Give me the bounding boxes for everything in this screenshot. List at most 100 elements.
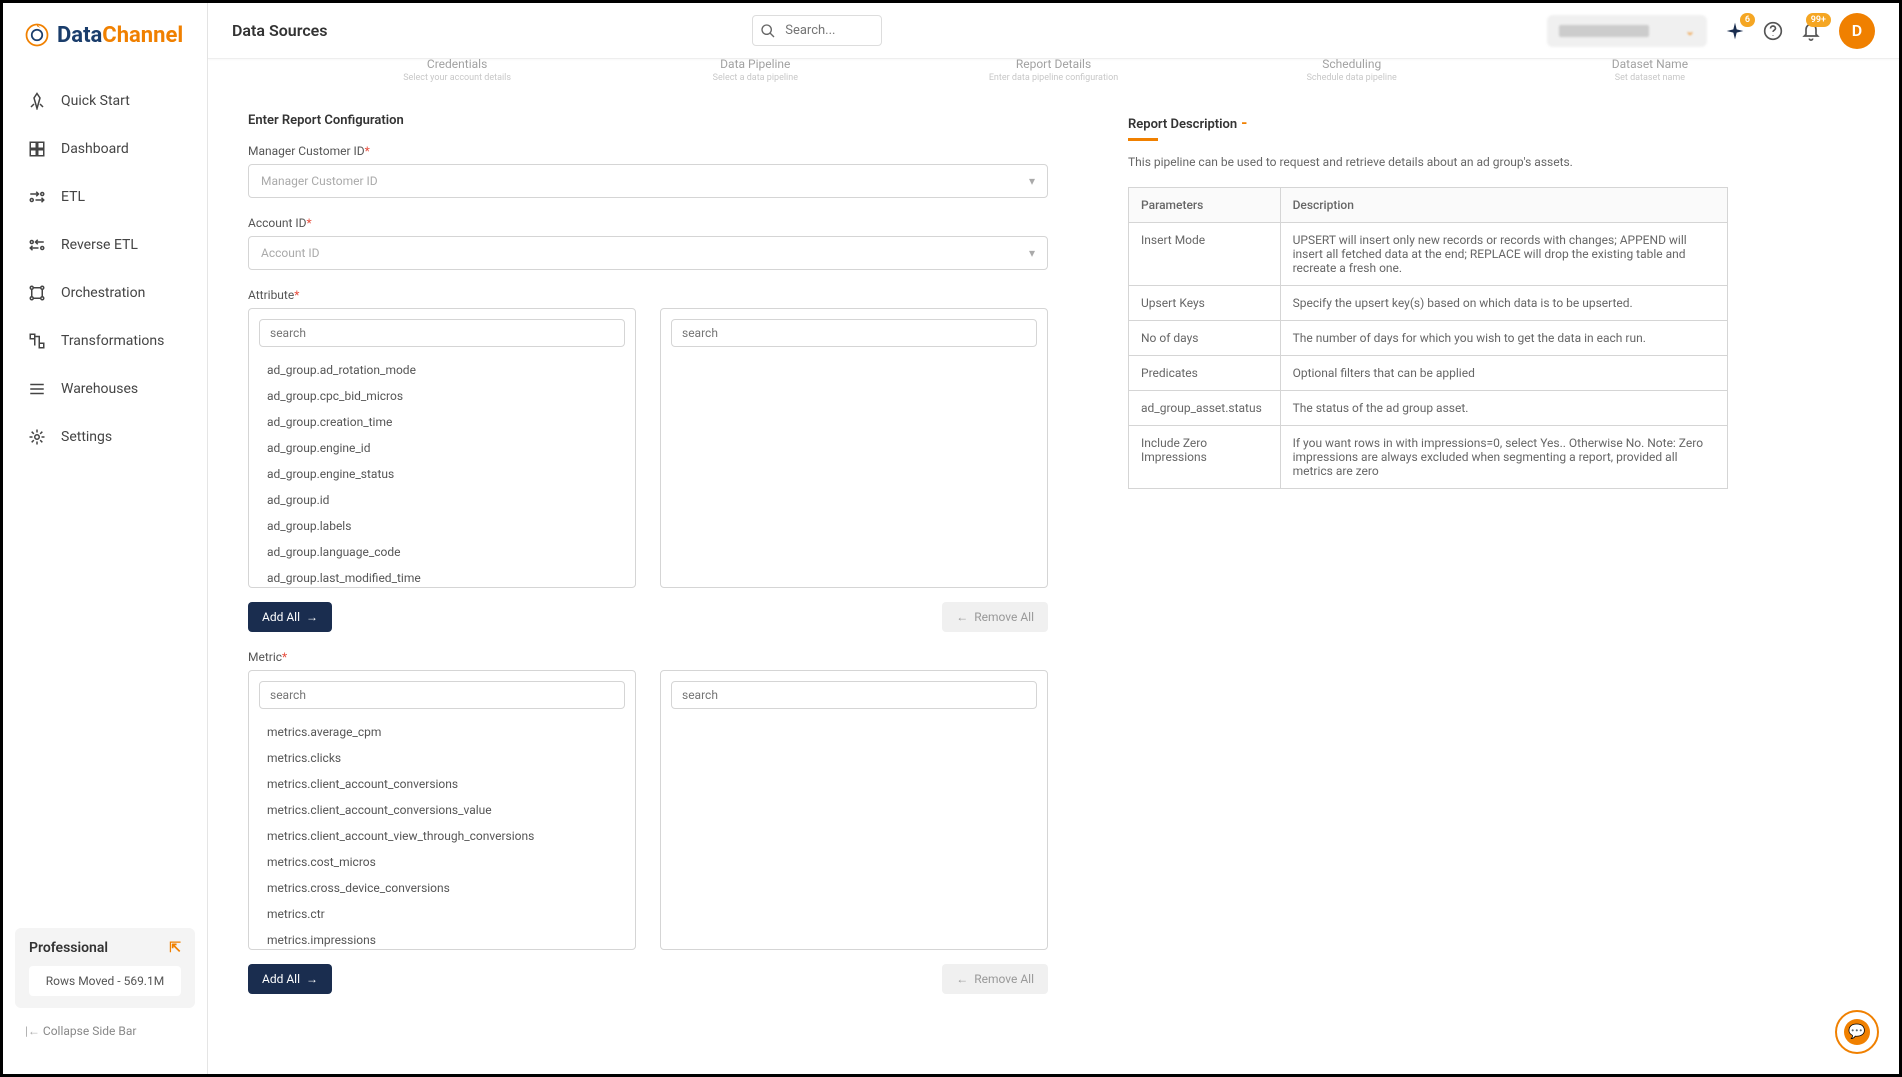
sidebar-footer: Professional⇱ Rows Moved - 569.1M Collap… (3, 916, 207, 1056)
gear-icon (27, 427, 47, 447)
metric-available-list: metrics.average_cpmmetrics.clicksmetrics… (248, 670, 636, 950)
list-item[interactable]: ad_group.ad_rotation_mode (257, 357, 627, 383)
topbar: Data Sources ⌄ 6 99+ (208, 3, 1899, 59)
wizard-step[interactable]: CredentialsSelect your account details (308, 59, 606, 83)
description-title: Report Description (1128, 117, 1237, 132)
description-underline (1128, 138, 1158, 141)
nav-label: Dashboard (61, 141, 129, 157)
avatar[interactable]: D (1839, 13, 1875, 49)
form-column: Enter Report Configuration Manager Custo… (248, 113, 1048, 1012)
nav-reverse-etl[interactable]: Reverse ETL (17, 221, 193, 269)
sparkle-button[interactable]: 6 (1725, 21, 1745, 41)
chat-button[interactable]: 💬 (1835, 1010, 1879, 1054)
list-item[interactable]: metrics.cost_micros (257, 849, 627, 875)
list-item[interactable]: metrics.impressions (257, 927, 627, 949)
help-button[interactable] (1763, 21, 1783, 41)
list-item[interactable]: ad_group.engine_id (257, 435, 627, 461)
list-item[interactable]: metrics.client_account_conversions (257, 771, 627, 797)
collapse-sidebar[interactable]: Collapse Side Bar (15, 1018, 195, 1044)
list-item[interactable]: ad_group.id (257, 487, 627, 513)
list-item[interactable]: ad_group.last_modified_time (257, 565, 627, 587)
metric-items[interactable]: metrics.average_cpmmetrics.clicksmetrics… (249, 719, 635, 949)
nav-transformations[interactable]: Transformations (17, 317, 193, 365)
brand-logo[interactable]: DataChannel (3, 21, 207, 77)
wizard-step[interactable]: Data PipelineSelect a data pipeline (606, 59, 904, 83)
search-box (752, 15, 882, 46)
chat-icon: 💬 (1844, 1019, 1870, 1045)
nav-label: Quick Start (61, 93, 130, 109)
account-id-label: Account ID* (248, 216, 1048, 230)
rocket-icon (27, 91, 47, 111)
nav-label: Settings (61, 429, 112, 445)
nav-label: ETL (61, 189, 85, 205)
parameters-table: ParametersDescription Insert ModeUPSERT … (1128, 187, 1728, 489)
chevron-down-icon: ▾ (1029, 246, 1035, 260)
wizard-step[interactable]: SchedulingSchedule data pipeline (1203, 59, 1501, 83)
page-title: Data Sources (232, 21, 328, 40)
workspace-selector[interactable]: ⌄ (1547, 15, 1707, 47)
plan-name: Professional (29, 940, 108, 956)
list-item[interactable]: ad_group.labels (257, 513, 627, 539)
nav-warehouses[interactable]: Warehouses (17, 365, 193, 413)
list-item[interactable]: metrics.clicks (257, 745, 627, 771)
table-row: ad_group_asset.statusThe status of the a… (1129, 391, 1728, 426)
etl-icon (27, 187, 47, 207)
nav-etl[interactable]: ETL (17, 173, 193, 221)
attribute-remove-all-button[interactable]: ←Remove All (942, 602, 1048, 632)
table-row: Insert ModeUPSERT will insert only new r… (1129, 223, 1728, 286)
metric-search-left[interactable] (259, 681, 625, 709)
list-item[interactable]: metrics.cross_device_conversions (257, 875, 627, 901)
table-row: Upsert KeysSpecify the upsert key(s) bas… (1129, 286, 1728, 321)
wizard-step[interactable]: Report DetailsEnter data pipeline config… (904, 59, 1202, 83)
metric-remove-all-button[interactable]: ←Remove All (942, 964, 1048, 994)
arrow-right-icon: → (306, 610, 318, 624)
notifications-button[interactable]: 99+ (1801, 21, 1821, 41)
metric-selected-items[interactable] (661, 719, 1047, 949)
list-item[interactable]: metrics.ctr (257, 901, 627, 927)
list-item[interactable]: ad_group.engine_status (257, 461, 627, 487)
metric-add-all-button[interactable]: Add All→ (248, 964, 332, 994)
wizard-steps: CredentialsSelect your account details D… (248, 59, 1859, 83)
plan-card[interactable]: Professional⇱ Rows Moved - 569.1M (15, 928, 195, 1008)
topbar-right: ⌄ 6 99+ D (1547, 13, 1875, 49)
manager-customer-id-label: Manager Customer ID* (248, 144, 1048, 158)
brand-part2: Channel (102, 23, 183, 48)
attribute-add-all-button[interactable]: Add All→ (248, 602, 332, 632)
sidebar: DataChannel Quick Start Dashboard ETL Re… (3, 3, 208, 1074)
list-item[interactable]: metrics.client_account_view_through_conv… (257, 823, 627, 849)
wizard-step[interactable]: Dataset NameSet dataset name (1501, 59, 1799, 83)
transformations-icon (27, 331, 47, 351)
arrow-right-icon: → (306, 972, 318, 986)
nav-settings[interactable]: Settings (17, 413, 193, 461)
list-item[interactable]: ad_group.creation_time (257, 409, 627, 435)
attribute-available-list: ad_group.ad_rotation_modead_group.cpc_bi… (248, 308, 636, 588)
attribute-search-right[interactable] (671, 319, 1037, 347)
table-row: Include Zero ImpressionsIf you want rows… (1129, 426, 1728, 489)
search-icon (760, 23, 776, 39)
attribute-items[interactable]: ad_group.ad_rotation_modead_group.cpc_bi… (249, 357, 635, 587)
main: Data Sources ⌄ 6 99+ (208, 3, 1899, 1074)
manager-customer-id-dropdown[interactable]: Manager Customer ID▾ (248, 164, 1048, 198)
list-item[interactable]: ad_group.cpc_bid_micros (257, 383, 627, 409)
nav-dashboard[interactable]: Dashboard (17, 125, 193, 173)
metric-label: Metric* (248, 650, 1048, 664)
chevron-down-icon: ⌄ (1685, 24, 1695, 38)
attribute-selected-list (660, 308, 1048, 588)
notifications-badge: 99+ (1806, 13, 1831, 27)
list-item[interactable]: ad_group.language_code (257, 539, 627, 565)
nav-quick-start[interactable]: Quick Start (17, 77, 193, 125)
arrow-left-icon: ← (956, 610, 968, 624)
brand-icon (23, 21, 51, 49)
account-id-dropdown[interactable]: Account ID▾ (248, 236, 1048, 270)
nav-orchestration[interactable]: Orchestration (17, 269, 193, 317)
list-item[interactable]: metrics.average_cpm (257, 719, 627, 745)
attribute-selected-items[interactable] (661, 357, 1047, 587)
sparkle-badge: 6 (1740, 13, 1755, 27)
nav-label: Transformations (61, 333, 164, 349)
attribute-search-left[interactable] (259, 319, 625, 347)
metric-search-right[interactable] (671, 681, 1037, 709)
description-column: Report Description - This pipeline can b… (1128, 113, 1728, 1012)
chevron-down-icon: ▾ (1029, 174, 1035, 188)
col-description: Description (1280, 188, 1727, 223)
list-item[interactable]: metrics.client_account_conversions_value (257, 797, 627, 823)
